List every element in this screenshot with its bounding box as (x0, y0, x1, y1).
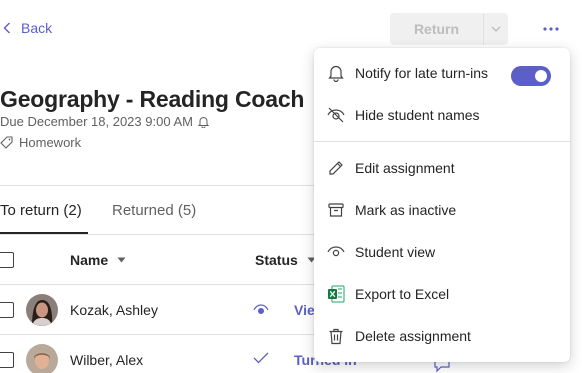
menu-item-label: Delete assignment (355, 328, 471, 344)
column-header-status-label: Status (255, 252, 298, 268)
notify-late-toggle[interactable] (511, 66, 551, 86)
menu-divider (314, 141, 570, 142)
return-dropdown-button[interactable] (484, 13, 508, 45)
return-button[interactable]: Return (390, 13, 484, 45)
menu-item-label: Mark as inactive (355, 202, 457, 218)
menu-item-notify-late[interactable]: Notify for late turn-ins (314, 52, 570, 94)
menu-item-label: Export to Excel (355, 286, 450, 302)
avatar (26, 294, 58, 326)
back-button[interactable]: Back (3, 20, 52, 36)
tab-returned[interactable]: Returned (5) (112, 202, 196, 219)
tab-to-return[interactable]: To return (2) (0, 202, 82, 219)
row-checkbox[interactable] (0, 352, 14, 368)
menu-item-label: Hide student names (355, 107, 480, 123)
column-header-status[interactable]: Status (255, 252, 316, 268)
sort-down-icon (117, 257, 126, 263)
eye-off-icon (327, 106, 345, 124)
divider (0, 234, 314, 235)
divider (0, 185, 314, 186)
column-header-name-label: Name (70, 252, 109, 268)
due-date: Due December 18, 2023 9:00 AM (0, 114, 209, 129)
category-label: Homework (19, 135, 82, 150)
menu-item-delete-assignment[interactable]: Delete assignment (314, 315, 570, 357)
student-name[interactable]: Kozak, Ashley (70, 302, 158, 318)
trash-icon (327, 327, 345, 345)
select-all-checkbox[interactable] (0, 252, 14, 268)
assignment-title: Geography - Reading Coach (0, 86, 305, 112)
menu-item-label: Edit assignment (355, 160, 455, 176)
checkmark-icon (253, 352, 269, 364)
toggle-knob (535, 70, 547, 82)
row-checkbox[interactable] (0, 302, 14, 318)
eye-icon (253, 304, 269, 314)
archive-icon (327, 201, 345, 219)
pencil-icon (327, 159, 345, 177)
tag-icon (0, 136, 13, 149)
back-label: Back (21, 20, 53, 36)
bell-icon (327, 64, 345, 82)
bell-icon (197, 116, 209, 128)
return-split-button: Return (390, 13, 508, 45)
menu-item-student-view[interactable]: Student view (314, 231, 570, 273)
eye-icon (327, 243, 345, 261)
due-date-text: Due December 18, 2023 9:00 AM (0, 114, 193, 129)
excel-icon (327, 285, 345, 303)
more-horizontal-icon (543, 27, 559, 31)
chevron-down-icon (491, 26, 501, 32)
student-name[interactable]: Wilber, Alex (70, 352, 143, 368)
menu-item-export-excel[interactable]: Export to Excel (314, 273, 570, 315)
chevron-left-icon (3, 22, 10, 34)
menu-item-mark-inactive[interactable]: Mark as inactive (314, 189, 570, 231)
menu-item-label: Student view (355, 244, 436, 260)
more-options-button[interactable] (542, 20, 560, 38)
menu-item-hide-student-names[interactable]: Hide student names (314, 94, 570, 136)
divider (0, 284, 314, 285)
column-header-name[interactable]: Name (70, 252, 126, 268)
menu-item-label: Notify for late turn-ins (355, 65, 489, 81)
menu-item-edit-assignment[interactable]: Edit assignment (314, 147, 570, 189)
avatar (26, 344, 58, 373)
divider (0, 334, 314, 335)
category-tag: Homework (0, 135, 81, 150)
more-options-menu: Notify for late turn-ins Hide student na… (314, 48, 570, 362)
